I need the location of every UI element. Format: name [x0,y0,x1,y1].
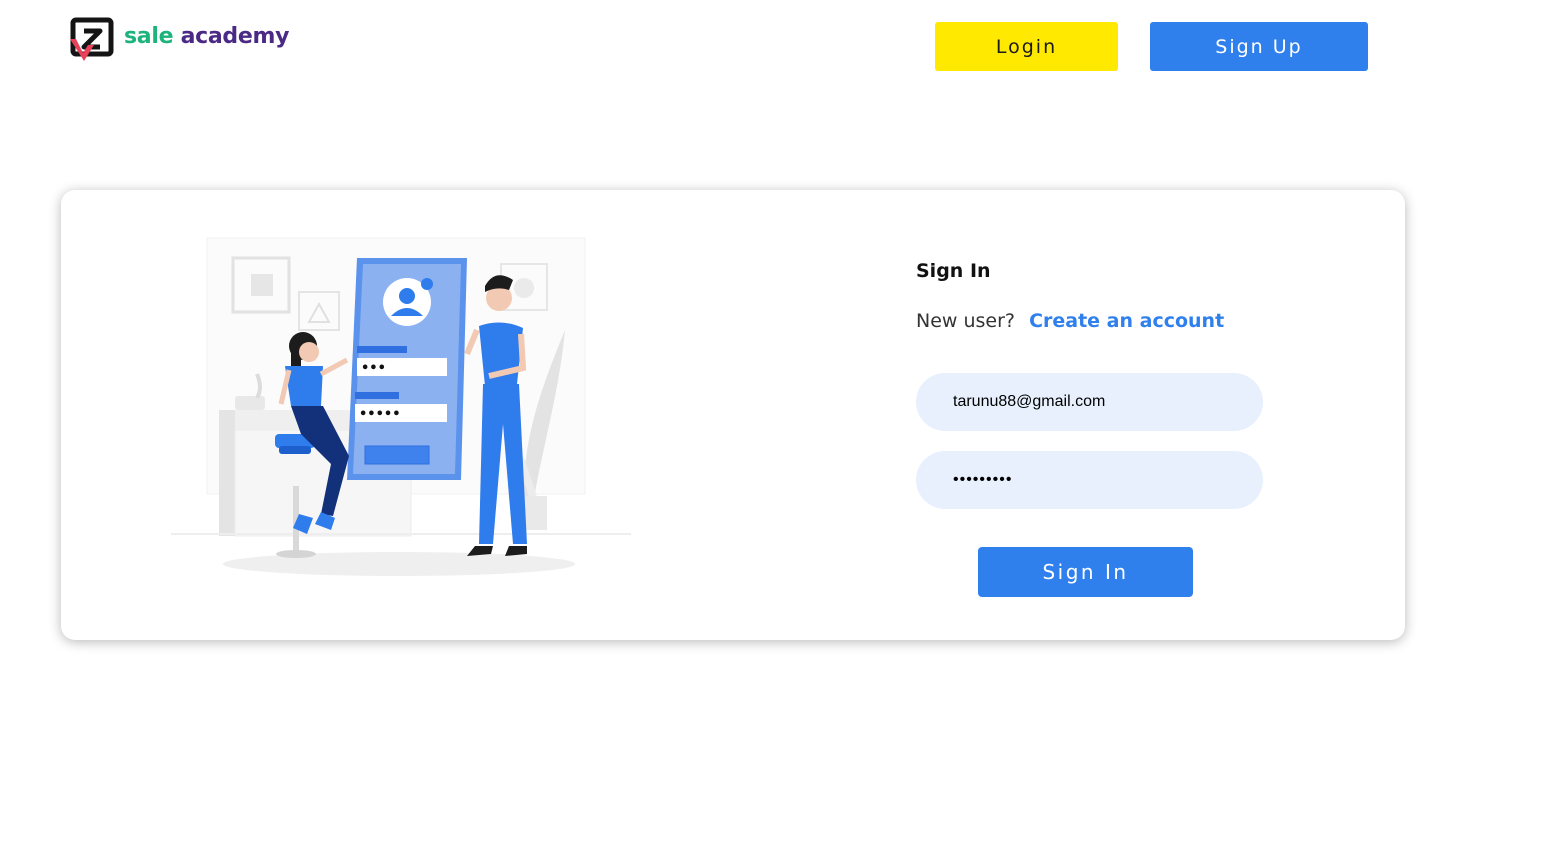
signin-button[interactable]: Sign In [978,547,1193,597]
signin-title: Sign In [916,260,991,282]
new-user-text: New user? [916,310,1016,332]
sale-academy-logo-icon [70,17,114,61]
new-user-row: New user? Create an account [916,310,1224,332]
signin-card: ••• ••••• Sign In New user? Create an ac… [61,190,1405,640]
brand-logo[interactable]: sale academy [70,17,289,61]
illus-password-dots-2: ••••• [359,407,401,422]
brand-name-part1: sale [124,24,174,49]
password-field[interactable] [916,451,1263,509]
brand-name: sale academy [124,26,289,48]
create-account-link[interactable]: Create an account [1029,310,1224,332]
login-button[interactable]: Login [935,22,1118,71]
brand-name-part2: academy [180,24,290,49]
illus-password-dots-1: ••• [361,361,386,376]
login-illustration-icon: ••• ••••• [171,237,631,576]
email-field[interactable] [916,373,1263,431]
signup-button[interactable]: Sign Up [1150,22,1368,71]
